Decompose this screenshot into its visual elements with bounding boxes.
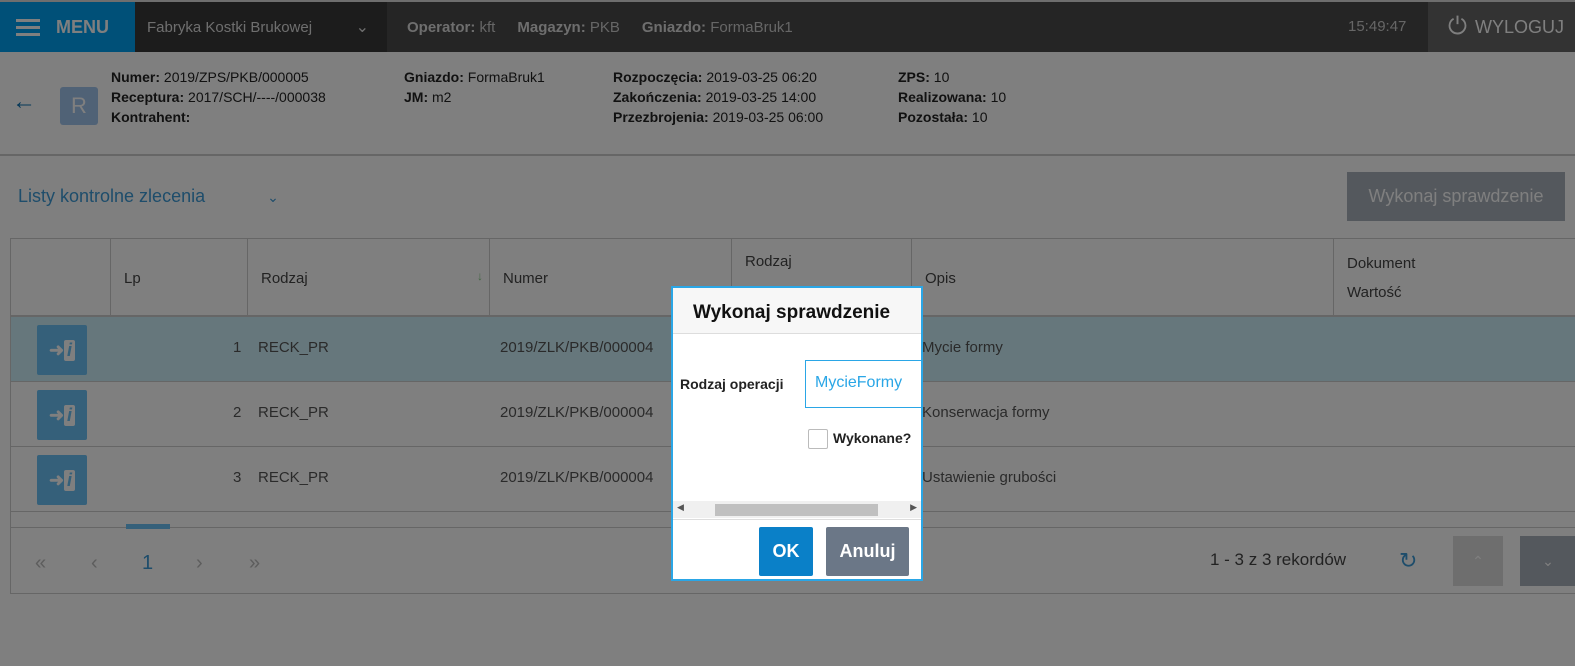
scrollbar-thumb[interactable] (715, 504, 878, 516)
horizontal-scrollbar[interactable]: ◀ ▶ (673, 501, 921, 518)
scroll-right-icon[interactable]: ▶ (910, 502, 917, 513)
perform-check-dialog: Wykonaj sprawdzenie Rodzaj operacji Myci… (671, 286, 923, 581)
done-checkbox[interactable] (808, 429, 828, 449)
done-checkbox-label: Wykonane? (833, 430, 912, 446)
operation-type-input[interactable]: MycieFormy (805, 360, 921, 408)
operation-type-label: Rodzaj operacji (680, 376, 784, 392)
cancel-button[interactable]: Anuluj (826, 527, 909, 576)
scroll-left-icon[interactable]: ◀ (677, 502, 684, 513)
dialog-title: Wykonaj sprawdzenie (673, 288, 921, 334)
ok-button[interactable]: OK (759, 527, 813, 576)
